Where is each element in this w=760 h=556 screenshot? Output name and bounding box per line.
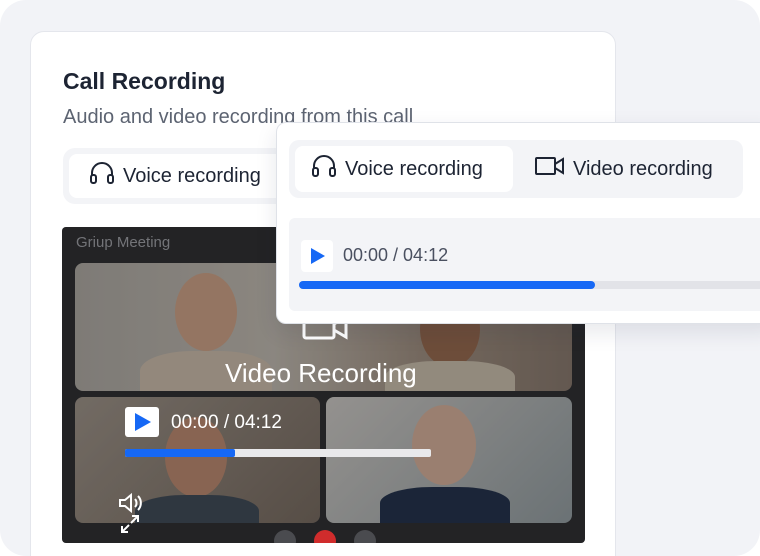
play-icon — [311, 248, 325, 264]
voice-play-button[interactable] — [301, 240, 333, 272]
tab-video-recording[interactable]: Video recording — [529, 146, 729, 192]
video-progress-fill — [125, 449, 236, 457]
card-title: Call Recording — [63, 68, 226, 94]
tab-video-label: Video recording — [573, 157, 713, 180]
play-icon — [135, 413, 151, 431]
video-recording-label: Video Recording — [225, 358, 417, 388]
mic-button[interactable] — [274, 530, 296, 543]
video-play-button[interactable] — [125, 407, 159, 437]
voice-progress-fill — [299, 281, 596, 289]
video-time: 00:00 / 04:12 — [171, 412, 282, 433]
voice-progress-bar[interactable] — [299, 281, 760, 289]
video-camera-icon — [535, 156, 565, 182]
voice-player: 00:00 / 04:12 — [289, 218, 760, 311]
tab-voice-label-back: Voice recording — [123, 164, 261, 187]
recording-tabs: Voice recording Video recording — [289, 140, 743, 198]
headphones-icon — [311, 154, 337, 184]
headphones-icon — [89, 161, 115, 191]
voice-time: 00:00 / 04:12 — [343, 245, 449, 265]
end-call-button[interactable] — [314, 530, 336, 543]
expand-icon[interactable] — [120, 514, 140, 539]
tab-voice-label: Voice recording — [345, 157, 483, 180]
video-progress-bar[interactable] — [125, 449, 431, 457]
camera-button[interactable] — [354, 530, 376, 543]
recording-popup: Voice recording Video recording 00:00 / … — [276, 122, 760, 324]
tab-voice-recording[interactable]: Voice recording — [295, 146, 513, 192]
call-controls — [274, 530, 376, 543]
